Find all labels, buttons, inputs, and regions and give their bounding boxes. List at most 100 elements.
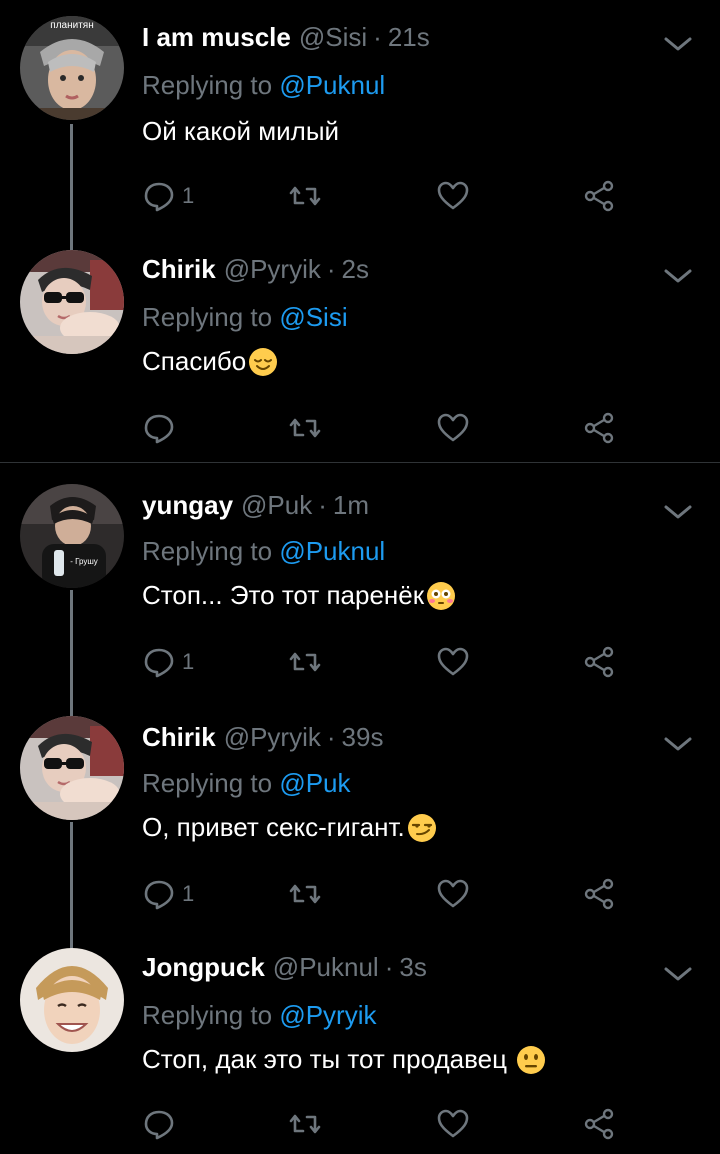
share-button[interactable] xyxy=(582,1104,616,1144)
avatar[interactable] xyxy=(20,716,124,820)
avatar[interactable]: планитян xyxy=(20,16,124,120)
avatar-caption: планитян xyxy=(50,20,93,31)
tweet-text-content: Стоп, дак это ты тот продавец xyxy=(142,1044,515,1074)
tweet-header: Chirik @Pyryik · 39s xyxy=(142,722,383,758)
tweet-actions xyxy=(142,1104,622,1144)
share-button[interactable] xyxy=(582,642,616,682)
share-icon xyxy=(584,180,614,212)
user-handle[interactable]: @Pyryik xyxy=(224,254,321,285)
share-button[interactable] xyxy=(582,874,616,914)
heart-icon xyxy=(437,413,469,442)
reply-button[interactable]: 1 xyxy=(142,642,194,682)
reply-icon xyxy=(144,1110,174,1140)
like-button[interactable] xyxy=(436,176,470,216)
share-icon xyxy=(584,412,614,444)
retweet-button[interactable] xyxy=(288,176,322,216)
replying-to: Replying to @Puknul xyxy=(142,70,385,101)
user-handle[interactable]: @Sisi xyxy=(299,22,367,53)
reply-mention-link[interactable]: @Pyryik xyxy=(279,1000,376,1030)
replying-to-label: Replying to xyxy=(142,1000,273,1030)
retweet-button[interactable] xyxy=(288,642,322,682)
tweet[interactable]: - Грушу yungay @Puk · 1m Replying to @Pu… xyxy=(0,466,720,702)
replying-to: Replying to @Sisi xyxy=(142,302,348,333)
like-button[interactable] xyxy=(436,408,470,448)
reply-button[interactable] xyxy=(142,1104,176,1144)
reply-thread-feed: планитян I am muscle @Sisi · 21s Replyin… xyxy=(0,0,720,1154)
replying-to: Replying to @Puknul xyxy=(142,536,385,567)
reply-button[interactable] xyxy=(142,408,176,448)
display-name[interactable]: Jongpuck xyxy=(142,952,265,983)
user-handle[interactable]: @Puk xyxy=(241,490,312,521)
chevron-down-icon[interactable] xyxy=(662,964,694,984)
timestamp[interactable]: 1m xyxy=(333,490,369,521)
separator-dot: · xyxy=(326,722,336,752)
timestamp[interactable]: 3s xyxy=(399,952,426,983)
user-handle[interactable]: @Pyryik xyxy=(224,722,321,753)
tweet[interactable]: планитян I am muscle @Sisi · 21s Replyin… xyxy=(0,0,720,240)
share-button[interactable] xyxy=(582,176,616,216)
separator-dot: · xyxy=(326,254,336,284)
chevron-down-icon[interactable] xyxy=(662,266,694,286)
timestamp[interactable]: 2s xyxy=(342,254,369,285)
chevron-down-icon[interactable] xyxy=(662,502,694,522)
reply-count: 1 xyxy=(182,881,195,906)
chevron-down-icon[interactable] xyxy=(662,34,694,54)
tweet-text: О, привет секс-гигант. xyxy=(142,812,437,843)
tweet[interactable]: Chirik @Pyryik · 39s Replying to @Puk О,… xyxy=(0,698,720,934)
retweet-button[interactable] xyxy=(288,874,322,914)
separator-dot: · xyxy=(384,952,394,982)
replying-to-label: Replying to xyxy=(142,302,273,332)
reply-mention-link[interactable]: @Puknul xyxy=(279,536,385,566)
reply-count: 1 xyxy=(182,183,195,208)
timestamp[interactable]: 39s xyxy=(342,722,384,753)
reply-mention-link[interactable]: @Puk xyxy=(279,768,350,798)
retweet-button[interactable] xyxy=(288,408,322,448)
reply-mention-link[interactable]: @Sisi xyxy=(279,302,347,332)
display-name[interactable]: yungay xyxy=(142,490,233,521)
tweet-text-content: Спасибо xyxy=(142,346,247,376)
tweet-header: Jongpuck @Puknul · 3s xyxy=(142,952,427,988)
user-handle[interactable]: @Puknul xyxy=(273,952,379,983)
tweet-actions: 1 xyxy=(142,874,622,914)
reply-icon xyxy=(144,648,174,678)
chevron-down-icon[interactable] xyxy=(662,734,694,754)
reply-button[interactable]: 1 xyxy=(142,176,194,216)
like-button[interactable] xyxy=(436,1104,470,1144)
reply-mention-link[interactable]: @Puknul xyxy=(279,70,385,100)
retweet-icon xyxy=(289,186,321,206)
reply-icon xyxy=(144,182,174,212)
like-button[interactable] xyxy=(436,874,470,914)
avatar[interactable]: - Грушу xyxy=(20,484,124,588)
tweet-text: Стоп, дак это ты тот продавец xyxy=(142,1044,546,1075)
share-icon xyxy=(584,646,614,678)
reply-count: 1 xyxy=(182,649,195,674)
heart-icon xyxy=(437,181,469,210)
reply-icon xyxy=(144,414,174,444)
replying-to: Replying to @Puk xyxy=(142,768,351,799)
avatar-caption: - Грушу xyxy=(70,557,98,566)
smirking-face-emoji xyxy=(407,813,437,843)
tweet-text: Ой какой милый xyxy=(142,116,339,147)
display-name[interactable]: Chirik xyxy=(142,254,216,285)
replying-to: Replying to @Pyryik xyxy=(142,1000,376,1031)
tweet-header: I am muscle @Sisi · 21s xyxy=(142,22,430,58)
tweet[interactable]: Chirik @Pyryik · 2s Replying to @Sisi Сп… xyxy=(0,232,720,462)
tweet-text: Спасибо xyxy=(142,346,278,377)
avatar[interactable] xyxy=(20,250,124,354)
tweet-actions: 1 xyxy=(142,642,622,682)
display-name[interactable]: Chirik xyxy=(142,722,216,753)
retweet-button[interactable] xyxy=(288,1104,322,1144)
flushed-face-emoji xyxy=(426,581,456,611)
display-name[interactable]: I am muscle xyxy=(142,22,291,53)
separator-dot: · xyxy=(373,22,382,52)
like-button[interactable] xyxy=(436,642,470,682)
avatar[interactable] xyxy=(20,948,124,1052)
tweet-text-content: Ой какой милый xyxy=(142,116,340,146)
share-button[interactable] xyxy=(582,408,616,448)
reply-button[interactable]: 1 xyxy=(142,874,194,914)
tweet[interactable]: Jongpuck @Puknul · 3s Replying to @Pyryi… xyxy=(0,930,720,1154)
replying-to-label: Replying to xyxy=(142,768,273,798)
retweet-icon xyxy=(289,884,321,904)
timestamp[interactable]: 21s xyxy=(388,22,430,53)
share-icon xyxy=(584,1108,614,1140)
